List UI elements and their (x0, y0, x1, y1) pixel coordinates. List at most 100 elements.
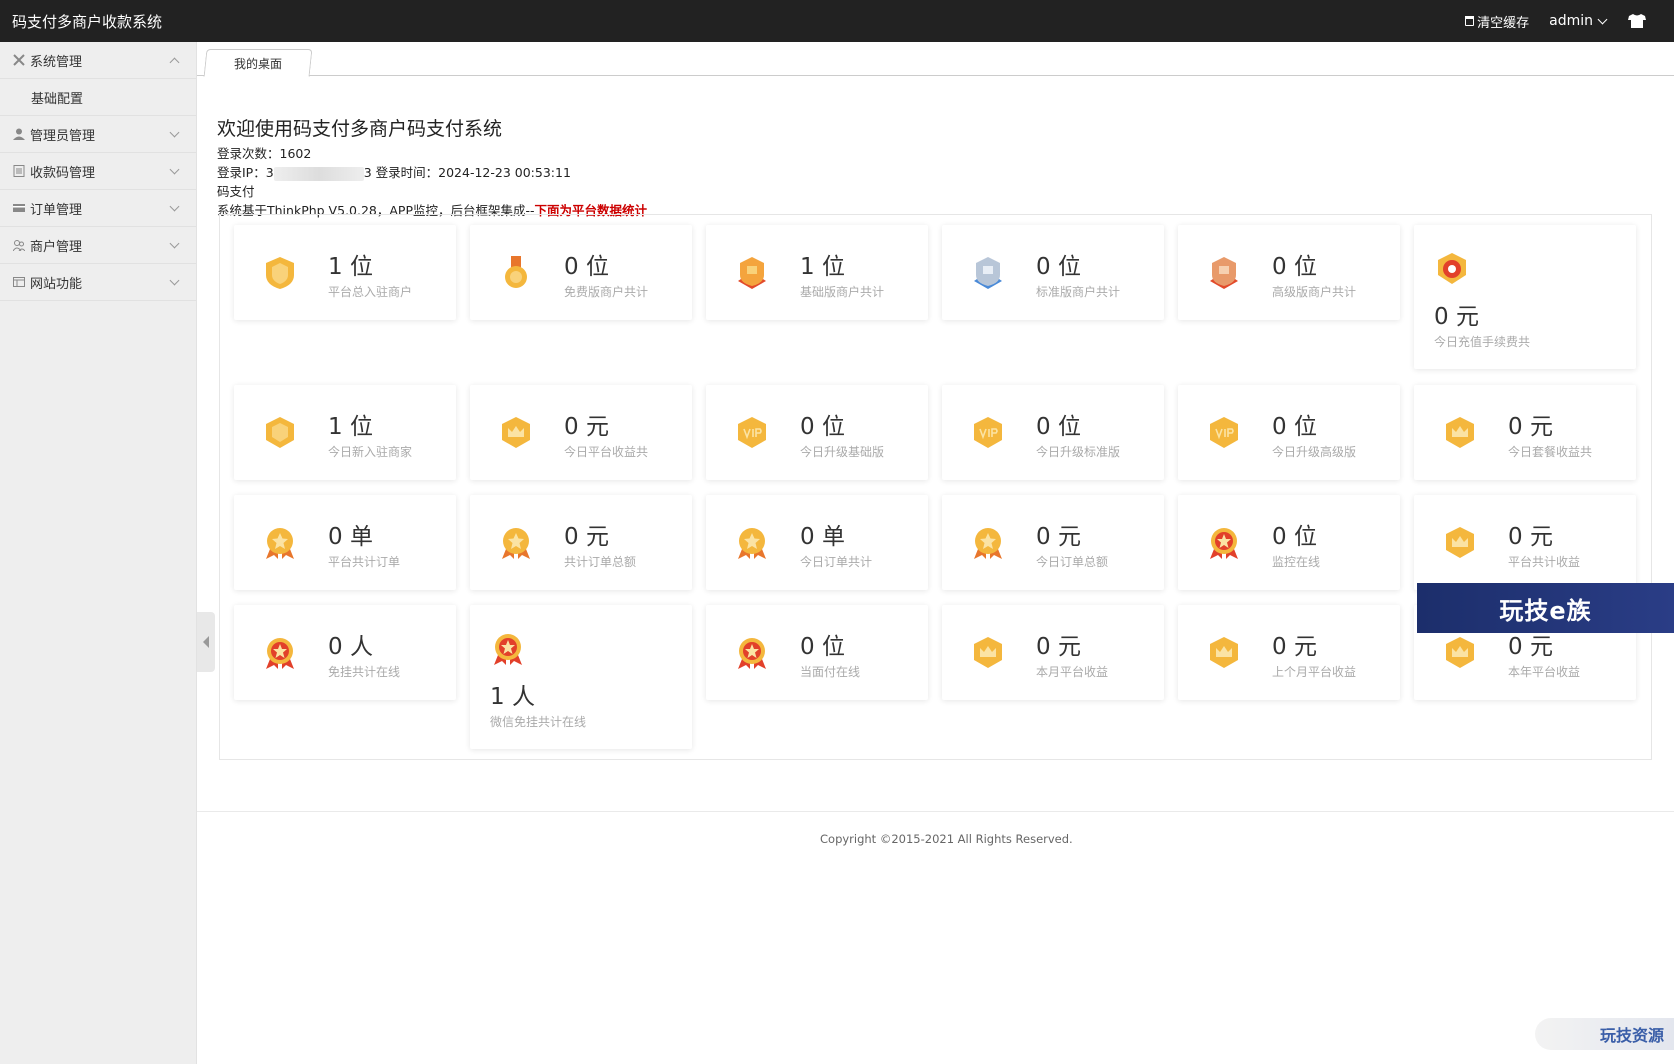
shield-red-icon (1210, 257, 1238, 289)
stat-label: 基础版商户共计 (800, 285, 885, 299)
stat-value: 0 位 (1272, 254, 1317, 280)
stat-value: 0 单 (800, 524, 845, 550)
skin-shirt-icon[interactable] (1628, 14, 1646, 28)
user-icon (13, 128, 25, 140)
sidebar-item-site-functions[interactable]: 网站功能 (0, 264, 196, 301)
stat-label: 标准版商户共计 (1036, 285, 1121, 299)
stat-label: 免费版商户共计 (564, 285, 649, 299)
star-medal-red-icon (266, 638, 294, 669)
star-medal-gold-icon (974, 528, 1002, 559)
stat-value: 0 位 (1272, 524, 1317, 550)
stat-value: 0 元 (1434, 304, 1479, 330)
stat-card: 1 位今日新入驻商家 (234, 385, 456, 480)
vip-icon (974, 417, 1002, 448)
trash-icon (1465, 16, 1475, 26)
stat-label: 今日升级高级版 (1272, 445, 1357, 459)
stat-value: 1 位 (328, 414, 373, 440)
star-medal-gold-icon (266, 528, 294, 559)
stat-label: 今日升级基础版 (800, 445, 885, 459)
stat-label: 高级版商户共计 (1272, 285, 1357, 299)
app-title: 码支付多商户收款系统 (12, 12, 163, 31)
stat-card: 0 元上个月平台收益 (1178, 605, 1400, 700)
sidebar-subitem-basic-config[interactable]: 基础配置 (0, 79, 196, 116)
stat-card: 0 位标准版商户共计 (942, 225, 1164, 320)
tab-label: 我的桌面 (234, 56, 283, 71)
hex-crown-icon (1446, 417, 1474, 448)
sidebar-item-label: 收款码管理 (30, 165, 96, 181)
stat-label: 当面付在线 (800, 665, 861, 679)
login-ip-label: 登录IP： (217, 165, 266, 180)
sidebar-item-label: 网站功能 (30, 276, 83, 292)
chevron-down-icon (169, 201, 180, 212)
shield-bronze-icon (738, 257, 766, 289)
watermark-banner: 玩技e族 (1417, 583, 1674, 633)
stat-card: 1 位平台总入驻商户 (234, 225, 456, 320)
tools-icon (13, 54, 25, 66)
chevron-down-icon (169, 275, 180, 286)
tab-strip: 我的桌面 (197, 42, 1674, 77)
star-medal-red-icon (1210, 528, 1238, 559)
watermark-badge: 玩技资源 (1535, 1018, 1674, 1050)
clear-cache-button[interactable]: 清空缓存 (1465, 12, 1529, 31)
sidebar: 系统管理 基础配置 管理员管理 收款码管理 订单管理 商户管理 网站功能 (0, 42, 197, 1064)
user-menu[interactable]: admin (1549, 13, 1608, 29)
stat-card: 0 元今日充值手续费共 (1414, 225, 1636, 369)
sidebar-item-label: 订单管理 (30, 202, 83, 218)
vip-icon (738, 417, 766, 448)
stat-value: 1 位 (800, 254, 845, 280)
stat-value: 0 人 (328, 634, 373, 660)
sidebar-item-merchants[interactable]: 商户管理 (0, 227, 196, 264)
stat-card: 1 人微信免挂共计在线 (470, 605, 692, 749)
sidebar-item-payment-codes[interactable]: 收款码管理 (0, 153, 196, 190)
chevron-down-icon (169, 127, 180, 138)
sidebar-item-system[interactable]: 系统管理 (0, 42, 196, 79)
stat-card: 0 位今日升级标准版 (942, 385, 1164, 480)
stats-panel: 1 位平台总入驻商户 0 位免费版商户共计 1 位基础版商户共计 0 位标准版商户共计… (219, 214, 1652, 760)
login-count-value: 1602 (279, 146, 312, 161)
sidebar-collapse-handle[interactable] (197, 612, 215, 672)
tab-my-desktop[interactable]: 我的桌面 (203, 49, 313, 77)
stat-label: 本月平台收益 (1036, 665, 1109, 679)
sidebar-item-label: 系统管理 (30, 54, 83, 70)
stat-label: 今日升级标准版 (1036, 445, 1121, 459)
stat-card: 0 元今日套餐收益共 (1414, 385, 1636, 480)
stat-label: 共计订单总额 (564, 555, 637, 569)
stat-label: 今日订单共计 (800, 555, 873, 569)
login-ip-prefix: 3 (265, 165, 274, 180)
sidebar-item-admins[interactable]: 管理员管理 (0, 116, 196, 153)
stat-value: 0 位 (1272, 414, 1317, 440)
stat-label: 平台共计收益 (1508, 555, 1581, 569)
stat-card: 0 位免费版商户共计 (470, 225, 692, 320)
star-medal-gold-icon (502, 528, 530, 559)
stat-card: 0 元今日平台收益共 (470, 385, 692, 480)
username: admin (1549, 13, 1593, 29)
chevron-down-icon (169, 164, 180, 175)
stat-card: 0 人免挂共计在线 (234, 605, 456, 700)
stat-label: 今日套餐收益共 (1508, 445, 1593, 459)
login-time-value: 2024-12-23 00:53:11 (438, 165, 571, 180)
badge-red-icon (1438, 253, 1466, 284)
star-medal-red-icon (494, 634, 522, 665)
stat-value: 0 位 (800, 414, 845, 440)
copyright: Copyright ©2015-2021 All Rights Reserved… (820, 832, 1073, 846)
stat-value: 0 元 (564, 524, 609, 550)
document-icon (13, 165, 25, 177)
stat-card: 0 位今日升级基础版 (706, 385, 928, 480)
stat-card: 0 位监控在线 (1178, 495, 1400, 590)
login-ip-suffix: 3 (363, 165, 372, 180)
shield-silver-icon (974, 257, 1002, 289)
welcome-block: 欢迎使用码支付多商户码支付系统 登录次数：1602 登录IP：3 3 登录时间：2… (217, 114, 647, 220)
stat-card: 0 元共计订单总额 (470, 495, 692, 590)
stat-value: 0 位 (1036, 414, 1081, 440)
stat-label: 平台共计订单 (328, 555, 401, 569)
sidebar-item-orders[interactable]: 订单管理 (0, 190, 196, 227)
stat-card: 0 单今日订单共计 (706, 495, 928, 590)
top-bar-actions: 清空缓存 admin (1465, 12, 1674, 31)
stat-value: 0 元 (1508, 414, 1553, 440)
login-count-line: 登录次数：1602 (217, 144, 647, 163)
stat-label: 今日订单总额 (1036, 555, 1109, 569)
stat-card: 0 元平台共计收益 (1414, 495, 1636, 590)
shield-gold-icon (266, 257, 294, 289)
stat-value: 1 位 (328, 254, 373, 280)
stat-label: 平台总入驻商户 (328, 285, 413, 299)
